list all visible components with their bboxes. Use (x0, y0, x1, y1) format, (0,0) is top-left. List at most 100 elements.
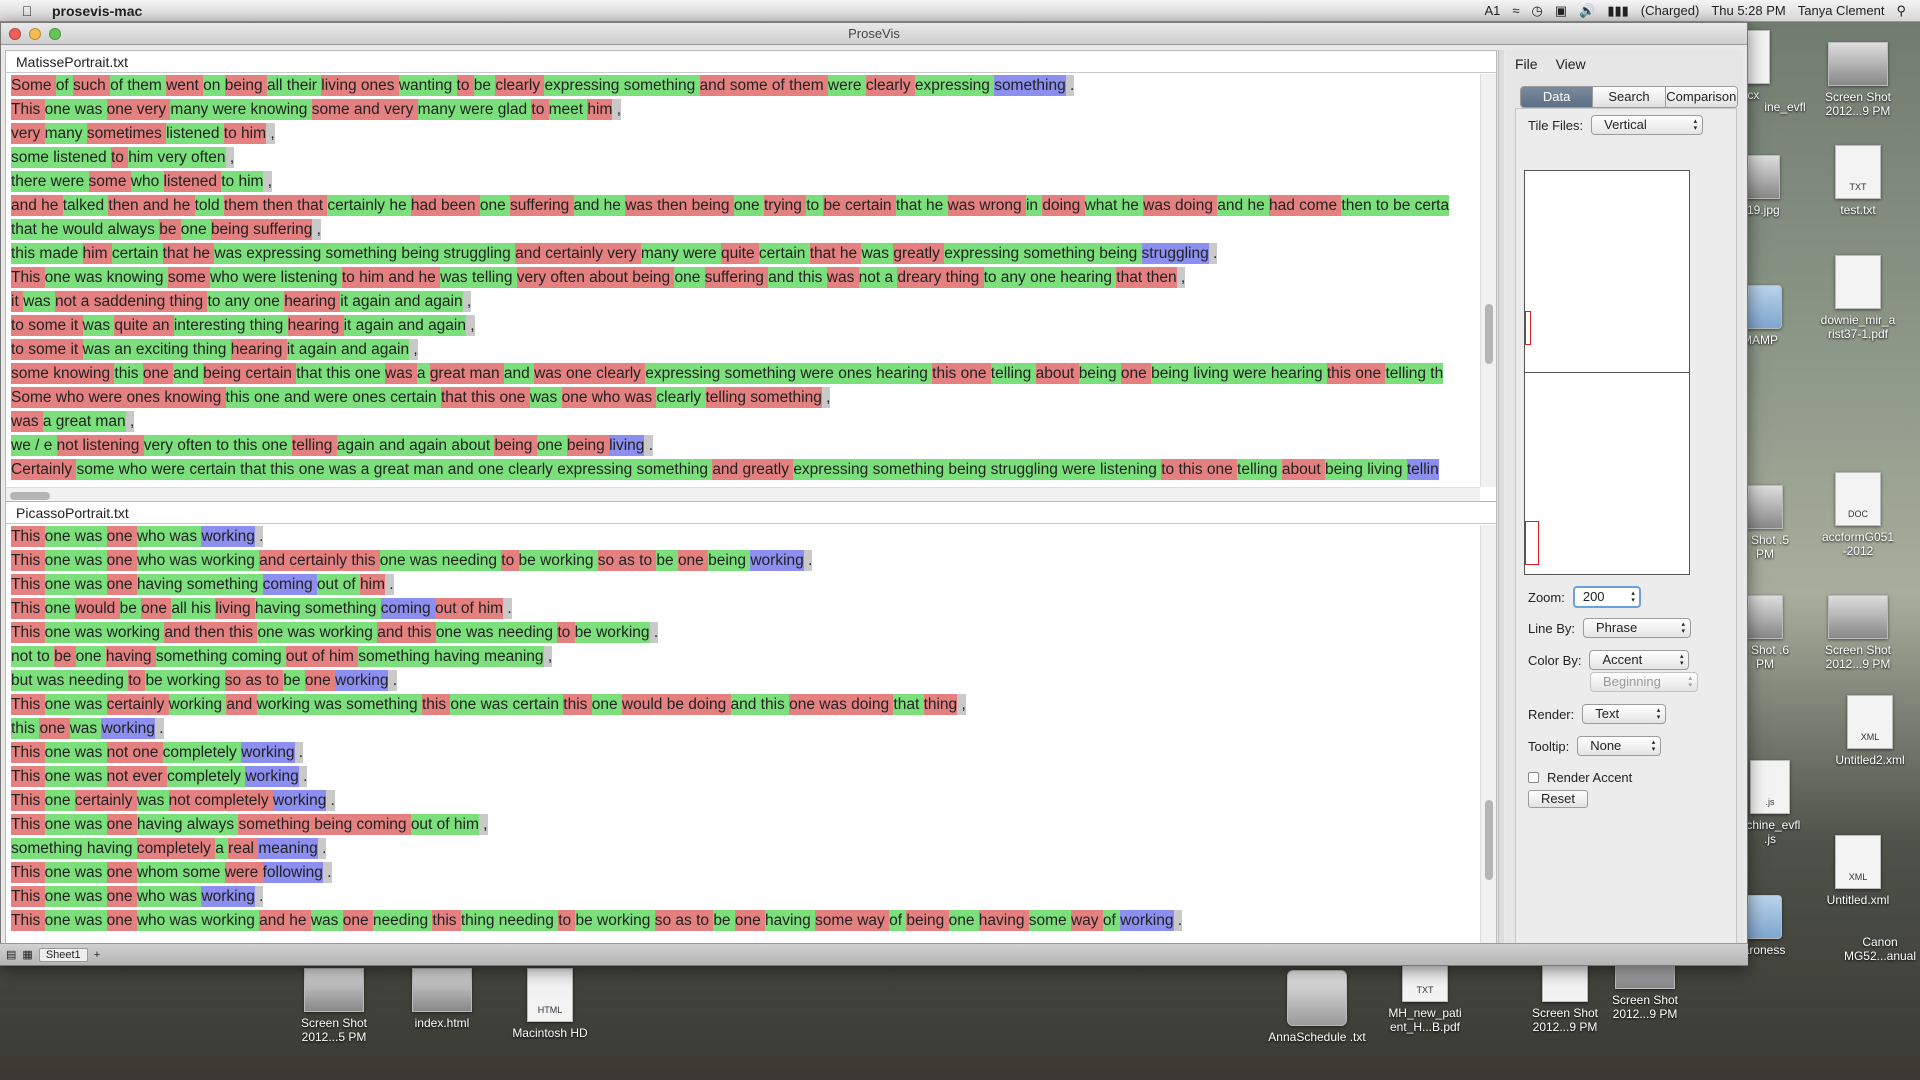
text-token[interactable]: This (11, 550, 45, 571)
text-token[interactable]: to (110, 147, 129, 168)
time-machine-icon[interactable]: ◷ (1531, 3, 1542, 19)
text-token[interactable]: expressing something (544, 75, 700, 96)
text-token[interactable]: one (142, 363, 173, 384)
text-token[interactable]: completely (136, 838, 216, 859)
text-token[interactable]: went (166, 75, 204, 96)
text-token[interactable]: clearly (495, 75, 545, 96)
text-token[interactable]: was one clearly (534, 363, 646, 384)
text-token[interactable]: . (1173, 910, 1183, 931)
text-token[interactable]: one was (44, 862, 107, 883)
text-token[interactable]: would be doing (621, 694, 731, 715)
text-token[interactable]: suffering (510, 195, 574, 216)
desktop-file[interactable]: Screen Shot 2012...9 PM (1808, 42, 1908, 118)
text-token[interactable]: expressing something being struggling we… (793, 459, 1162, 480)
text-token[interactable]: was doing (1143, 195, 1218, 216)
text-token[interactable]: it again and again (286, 339, 410, 360)
text-token[interactable]: and then this (164, 622, 258, 643)
text-token[interactable]: following (262, 862, 323, 883)
text-token[interactable]: all their (266, 75, 322, 96)
text-token[interactable]: out of him (285, 646, 359, 667)
color-by-select[interactable]: Accent (1589, 650, 1690, 670)
text-token[interactable]: it again and again (340, 291, 463, 312)
text-token[interactable]: great man (429, 363, 504, 384)
tooltip-select[interactable]: None (1577, 736, 1662, 756)
text-token[interactable]: one was (44, 910, 107, 931)
volume-icon[interactable]: 🔊 (1579, 3, 1595, 19)
text-token[interactable]: and certainly this (259, 550, 380, 571)
preview-tile-bottom[interactable] (1525, 373, 1689, 575)
text-token[interactable]: completely (162, 742, 242, 763)
wifi-icon[interactable]: ≈ (1512, 3, 1519, 18)
apple-icon[interactable]:  (14, 3, 40, 19)
keyboard-icon[interactable]: A1 (1484, 3, 1500, 18)
text-token[interactable]: whom some (136, 862, 225, 883)
text-token[interactable]: him (82, 243, 112, 264)
text-token[interactable]: be working (575, 910, 655, 931)
text-token[interactable]: one was (44, 742, 107, 763)
text-token[interactable]: clearly (865, 75, 915, 96)
view-normal-icon[interactable]: ▤ (6, 948, 16, 961)
text-token[interactable]: one (479, 195, 511, 216)
text-token[interactable]: one (733, 195, 764, 216)
text-token[interactable]: in (1025, 195, 1043, 216)
desktop-file[interactable]: Screen Shot 2012...5 PM (284, 968, 384, 1044)
text-token[interactable]: living (609, 435, 645, 456)
tab-data[interactable]: Data (1521, 87, 1594, 107)
text-token[interactable]: working (201, 886, 255, 907)
text-token[interactable]: , (821, 387, 831, 408)
text-token[interactable]: one was needing (379, 550, 502, 571)
text-token[interactable]: be working (145, 670, 225, 691)
text-token[interactable]: about (1281, 459, 1325, 480)
text-token[interactable]: . (326, 790, 335, 811)
text-token[interactable]: working (201, 526, 255, 547)
text-token[interactable]: listened (166, 123, 224, 144)
text-token[interactable]: one (106, 862, 137, 883)
file-menu[interactable]: File (1515, 56, 1538, 72)
text-token[interactable]: , (957, 694, 966, 715)
text-token[interactable]: telling (291, 435, 337, 456)
text-token[interactable]: . (322, 862, 332, 883)
text-token[interactable]: being living were hearing (1151, 363, 1327, 384)
text-token[interactable]: being suffering (210, 219, 313, 240)
text-token[interactable]: something (994, 75, 1066, 96)
text-token[interactable]: on (203, 75, 225, 96)
text-token[interactable]: not ever (106, 766, 167, 787)
text-token[interactable]: This (11, 766, 45, 787)
text-token[interactable]: having (765, 910, 816, 931)
text-token[interactable]: being (566, 435, 610, 456)
desktop-file[interactable]: downie_mir_a rist37-1.pdf (1808, 255, 1908, 341)
render-select[interactable]: Text (1582, 704, 1667, 724)
text-token[interactable]: very (11, 123, 45, 144)
text-token[interactable]: This (11, 574, 45, 595)
text-token[interactable]: that he (895, 195, 948, 216)
text-token[interactable]: certainly he (327, 195, 411, 216)
text-token[interactable]: This (11, 99, 45, 120)
text-token[interactable]: it again and again (343, 315, 466, 336)
text-view[interactable]: Some of such of them went on being all t… (8, 74, 1478, 487)
text-token[interactable]: working (335, 670, 389, 691)
text-token[interactable]: one was (44, 814, 107, 835)
text-token[interactable]: him (360, 574, 385, 595)
desktop-file[interactable]: XML Untitled.xml (1808, 835, 1908, 907)
text-token[interactable]: . (388, 670, 398, 691)
text-token[interactable]: some and very (311, 99, 418, 120)
tile-preview[interactable] (1524, 170, 1690, 575)
text-token[interactable]: who was working (136, 910, 260, 931)
text-token[interactable]: something being coming (238, 814, 411, 835)
text-token[interactable]: expressing (914, 75, 995, 96)
text-token[interactable]: and this (730, 694, 790, 715)
split-divider[interactable] (1498, 50, 1504, 961)
text-token[interactable]: was (136, 790, 169, 811)
text-token[interactable]: one was (44, 99, 107, 120)
text-token[interactable]: thing (923, 694, 958, 715)
text-token[interactable]: this made (11, 243, 83, 264)
vertical-scrollbar[interactable] (1480, 74, 1496, 487)
text-token[interactable]: was (11, 411, 43, 432)
text-token[interactable]: to (557, 622, 575, 643)
text-token[interactable]: was (826, 267, 859, 288)
text-token[interactable]: this (11, 718, 40, 739)
text-token[interactable]: telling th (1385, 363, 1444, 384)
text-token[interactable]: not a (858, 267, 898, 288)
text-token[interactable]: we / e (11, 435, 57, 456)
text-token[interactable]: to him and he (341, 267, 441, 288)
